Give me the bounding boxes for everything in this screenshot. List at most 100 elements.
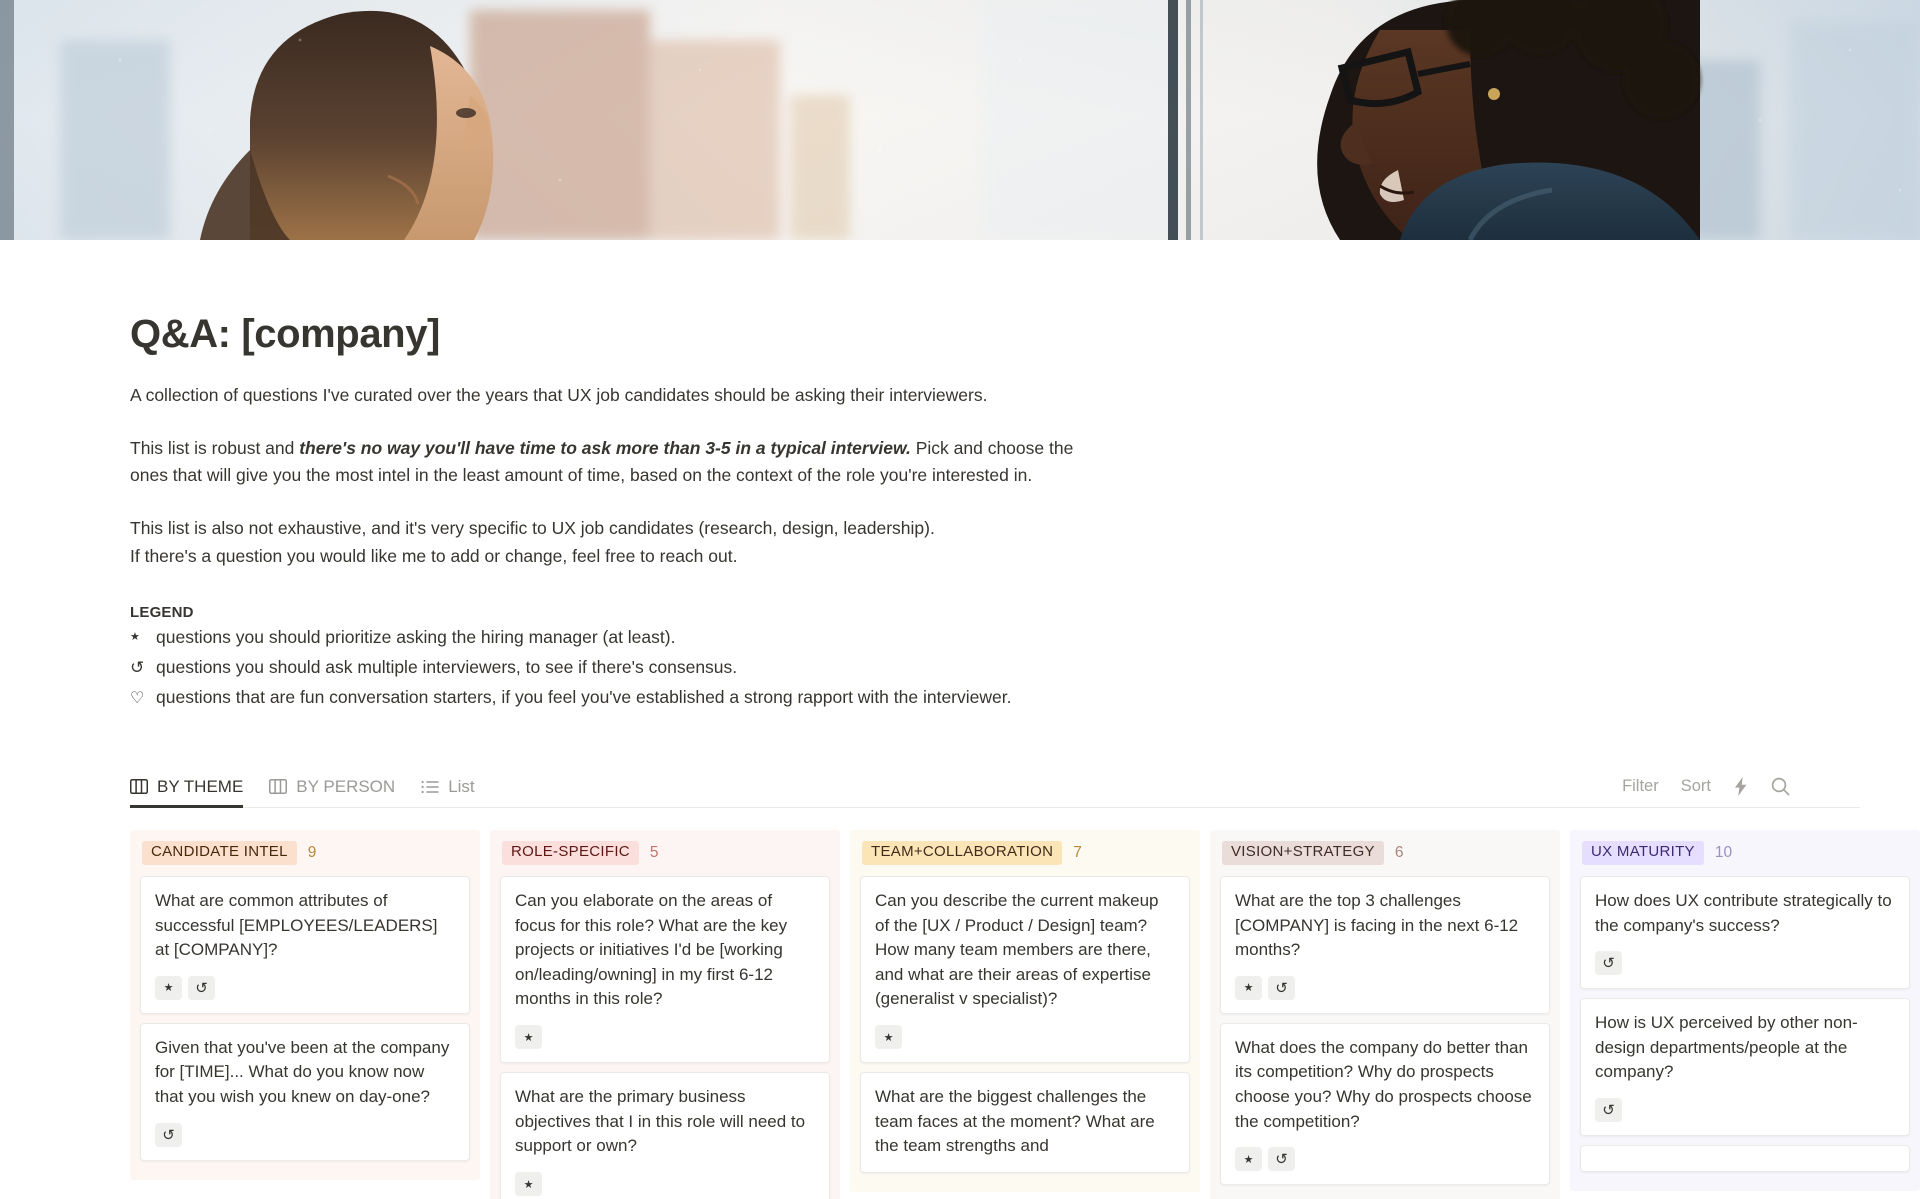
tab-list[interactable]: List	[421, 767, 475, 807]
advice-emphasis: there's no way you'll have time to ask m…	[299, 438, 911, 459]
card-question: What does the company do better than its…	[1235, 1037, 1532, 1131]
card-question: What are common attributes of successful…	[155, 890, 438, 960]
star-icon[interactable]: ★	[1235, 1147, 1262, 1172]
board-column-team-collaboration: TEAM+COLLABORATION 7 Can you describe th…	[850, 829, 1200, 1193]
column-header[interactable]: UX MATURITY 10	[1580, 838, 1910, 868]
card-question: How is UX perceived by other non-design …	[1595, 1013, 1858, 1082]
search-icon[interactable]	[1771, 777, 1790, 796]
loop-arrow-icon[interactable]: ↺	[1595, 951, 1622, 976]
star-icon[interactable]: ★	[1235, 975, 1262, 1000]
board-card[interactable]: What are the top 3 challenges [COMPANY] …	[1220, 875, 1550, 1014]
card-tags: ★ ↺	[1235, 1147, 1535, 1172]
column-title-chip: UX MATURITY	[1582, 841, 1704, 865]
board-column-candidate-intel: CANDIDATE INTEL 9 What are common attrib…	[130, 829, 480, 1180]
star-icon[interactable]: ★	[515, 1172, 542, 1197]
star-icon[interactable]: ★	[515, 1025, 542, 1050]
board-card[interactable]: What are common attributes of successful…	[140, 875, 470, 1014]
card-tags: ↺	[1595, 1098, 1895, 1123]
loop-arrow-icon: ↺	[130, 657, 145, 677]
column-count: 7	[1073, 843, 1082, 861]
tab-by-person-label: BY PERSON	[296, 776, 396, 796]
board-card[interactable]	[1580, 1145, 1910, 1173]
board-toolbar: Filter Sort	[1622, 767, 1790, 807]
star-icon: ★	[130, 630, 140, 643]
heart-icon: ♡	[130, 690, 145, 708]
scope-line-2: If there's a question you would like me …	[130, 545, 738, 566]
legend-item-rapport: ♡ questions that are fun conversation st…	[130, 684, 1860, 712]
card-question: What are the top 3 challenges [COMPANY] …	[1235, 890, 1519, 960]
board-column-ux-maturity: UX MATURITY 10 How does UX contribute st…	[1570, 829, 1920, 1192]
sort-button[interactable]: Sort	[1681, 777, 1711, 796]
legend-item-priority: ★ questions you should prioritize asking…	[130, 624, 1860, 651]
hero-banner-image	[0, 0, 1920, 240]
card-tags: ★ ↺	[155, 975, 455, 1000]
column-title-chip: ROLE-SPECIFIC	[502, 841, 639, 865]
board-card[interactable]: What does the company do better than its…	[1220, 1022, 1550, 1186]
card-question: Can you elaborate on the areas of focus …	[515, 890, 788, 1009]
loop-arrow-icon[interactable]: ↺	[188, 975, 215, 1000]
tab-by-theme-label: BY THEME	[157, 776, 244, 796]
board-card[interactable]: Can you elaborate on the areas of focus …	[500, 875, 830, 1064]
board-card[interactable]: Given that you've been at the company fo…	[140, 1022, 470, 1161]
legend-heading: LEGEND	[130, 603, 194, 621]
column-header[interactable]: CANDIDATE INTEL 9	[140, 838, 470, 868]
filter-button[interactable]: Filter	[1622, 777, 1659, 796]
board-column-role-specific: ROLE-SPECIFIC 5 Can you elaborate on the…	[490, 829, 840, 1199]
legend-item-priority-label: questions you should prioritize asking t…	[156, 626, 676, 647]
board-card[interactable]: How does UX contribute strategically to …	[1580, 875, 1910, 990]
card-question: What are the primary business objectives…	[515, 1087, 806, 1156]
board-column-vision-strategy: VISION+STRATEGY 6 What are the top 3 cha…	[1210, 829, 1560, 1199]
column-header[interactable]: VISION+STRATEGY 6	[1220, 838, 1550, 868]
hero-photo-illustration	[0, 0, 1920, 240]
page-title: Q&A: [company]	[130, 312, 440, 356]
card-tags: ★	[515, 1025, 815, 1050]
card-question: Can you describe the current makeup of t…	[875, 890, 1159, 1009]
column-title-chip: CANDIDATE INTEL	[142, 841, 297, 865]
card-tags: ★ ↺	[1235, 975, 1535, 1000]
loop-arrow-icon[interactable]: ↺	[155, 1122, 182, 1147]
column-count: 5	[649, 843, 659, 861]
star-icon[interactable]: ★	[155, 975, 182, 1000]
card-tags: ↺	[155, 1122, 455, 1147]
list-icon	[421, 780, 439, 794]
loop-arrow-icon[interactable]: ↺	[1595, 1098, 1622, 1123]
loop-arrow-icon[interactable]: ↺	[1268, 1147, 1295, 1172]
board-icon	[269, 779, 288, 795]
legend-item-consensus: ↺ questions you should ask multiple inte…	[130, 654, 1860, 681]
legend-item-consensus-label: questions you should ask multiple interv…	[156, 656, 738, 677]
board-card[interactable]: What are the biggest challenges the team…	[860, 1072, 1190, 1174]
loop-arrow-icon[interactable]: ↺	[1268, 975, 1295, 1000]
column-count: 9	[307, 843, 317, 861]
advice-paragraph: This list is robust and there's no way y…	[130, 435, 1115, 489]
column-count: 10	[1714, 843, 1733, 861]
column-title-chip: TEAM+COLLABORATION	[862, 841, 1063, 865]
card-tags: ★	[875, 1025, 1175, 1050]
card-tags: ★	[515, 1172, 815, 1197]
column-count: 6	[1394, 843, 1404, 861]
board-icon	[130, 779, 148, 795]
card-question: What are the biggest challenges the team…	[875, 1087, 1155, 1156]
intro-paragraph: A collection of questions I've curated o…	[130, 385, 988, 405]
column-header[interactable]: TEAM+COLLABORATION 7	[860, 838, 1190, 868]
card-question: Given that you've been at the company fo…	[155, 1037, 450, 1107]
view-tabs: BY THEME BY PERSON List	[130, 767, 475, 808]
legend-item-rapport-label: questions that are fun conversation star…	[156, 687, 1012, 708]
column-header[interactable]: ROLE-SPECIFIC 5	[500, 838, 830, 868]
board-card[interactable]: How is UX perceived by other non-design …	[1580, 998, 1910, 1137]
lightning-bolt-icon[interactable]	[1733, 777, 1749, 797]
page-content: Q&A: [company] A collection of questions…	[0, 312, 1920, 808]
kanban-board: CANDIDATE INTEL 9 What are common attrib…	[0, 829, 1920, 1199]
tab-by-person[interactable]: BY PERSON	[269, 767, 395, 807]
page-body: Q&A: [company] A collection of questions…	[0, 312, 1920, 1199]
card-question: How does UX contribute strategically to …	[1595, 890, 1892, 935]
board-card[interactable]: What are the primary business objectives…	[500, 1072, 830, 1199]
tab-list-label: List	[448, 776, 475, 796]
star-icon[interactable]: ★	[875, 1025, 902, 1050]
view-tab-bar: BY THEME BY PERSON List Filter Sort	[130, 768, 1860, 808]
card-tags: ↺	[1595, 951, 1895, 976]
tab-by-theme[interactable]: BY THEME	[130, 767, 244, 808]
scope-paragraph: This list is also not exhaustive, and it…	[130, 515, 1115, 569]
board-card[interactable]: Can you describe the current makeup of t…	[860, 875, 1190, 1064]
column-title-chip: VISION+STRATEGY	[1222, 841, 1384, 865]
advice-pre: This list is robust and	[130, 438, 300, 459]
